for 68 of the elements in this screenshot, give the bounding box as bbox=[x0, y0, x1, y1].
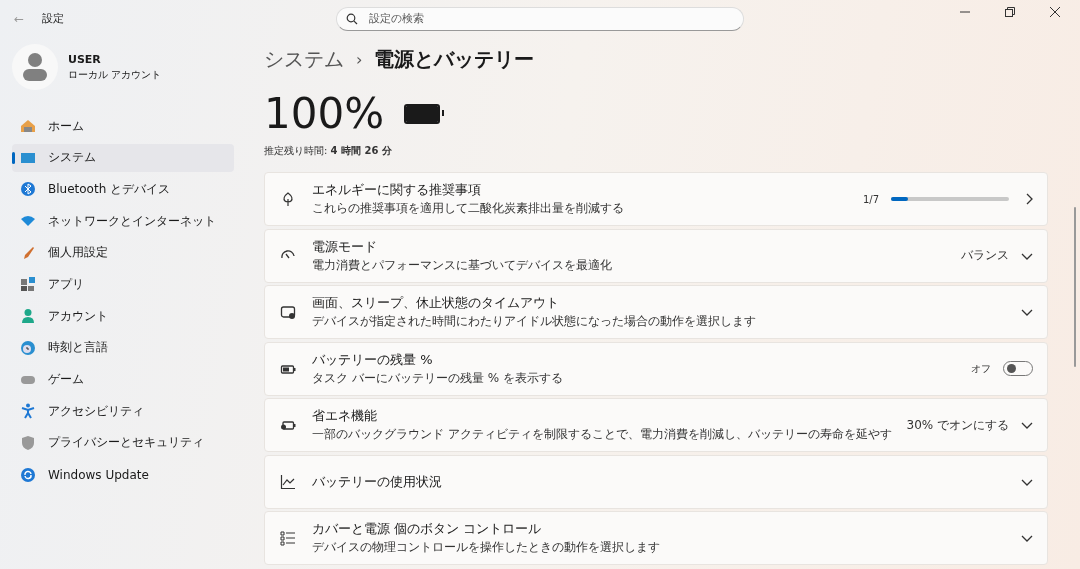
card-description: これらの推奨事項を適用して二酸化炭素排出量を削減する bbox=[312, 200, 625, 217]
screen-icon bbox=[280, 304, 296, 320]
user-name: USER bbox=[68, 52, 102, 66]
sidebar-item[interactable]: Bluetooth とデバイス bbox=[12, 175, 234, 204]
settings-card[interactable]: 画面、スリープ、休止状態のタイムアウト デバイスが指定された時間にわたりアイドル状態になった場合の動作を選択します bbox=[264, 285, 1048, 339]
nav-icon bbox=[20, 308, 36, 325]
breadcrumb-separator: › bbox=[356, 50, 363, 69]
sidebar-item[interactable]: ホーム bbox=[12, 112, 234, 140]
nav-icon bbox=[20, 118, 36, 134]
card-description: デバイスの物理コントロールを操作したときの動作を選択します bbox=[312, 539, 661, 556]
battery-icon bbox=[404, 104, 441, 124]
settings-card[interactable]: バッテリーの使用状況 bbox=[264, 454, 1048, 509]
card-title: 電源モード bbox=[312, 237, 378, 256]
settings-card[interactable]: カバーと電源 個のボタン コントロール デバイスの物理コントロールを操作したときの動作を選択します bbox=[264, 511, 1048, 565]
nav-icon bbox=[20, 466, 36, 483]
nav-icon bbox=[20, 181, 36, 198]
card-description: 一部のバックグラウンド アクティビティを制限することで、電力消費を削減し、バッテリーの寿命を延やす bbox=[312, 426, 893, 443]
sidebar-item[interactable]: プライバシーとセキュリティ bbox=[12, 428, 234, 457]
sidebar-item[interactable]: 個人用設定 bbox=[12, 238, 234, 267]
breadcrumb-parent[interactable]: システム bbox=[264, 46, 344, 73]
sidebar-item[interactable]: ネットワークとインターネット bbox=[12, 207, 234, 236]
nav-icon bbox=[20, 434, 36, 451]
card-title: カバーと電源 個のボタン コントロール bbox=[312, 520, 543, 538]
sidebar-item[interactable]: システム bbox=[12, 143, 234, 172]
list-icon bbox=[280, 530, 296, 546]
chevron-down-icon[interactable] bbox=[1021, 421, 1033, 429]
sidebar-item[interactable]: アカウント bbox=[12, 302, 234, 331]
card-description: タスク バーにバッテリーの残量 % を表示する bbox=[312, 369, 564, 387]
nav-icon bbox=[20, 339, 36, 356]
restore-icon[interactable] bbox=[1005, 6, 1015, 17]
chevron-down-icon[interactable] bbox=[1021, 534, 1033, 542]
chevron-right-icon bbox=[1025, 193, 1033, 205]
card-title: 画面、スリープ、休止状態のタイムアウト bbox=[312, 294, 560, 312]
account-type: ローカル アカウント bbox=[68, 67, 162, 82]
remaining-time: 推定残り時間: 4 時間 26 分 bbox=[264, 144, 393, 158]
card-title: バッテリーの残量 % bbox=[312, 350, 434, 369]
nav-icon bbox=[20, 403, 36, 420]
search-icon bbox=[346, 12, 358, 25]
card-title: エネルギーに関する推奨事項 bbox=[312, 181, 482, 199]
progress-count: 1/7 bbox=[862, 193, 879, 205]
settings-card[interactable]: 省エネ機能 一部のバックグラウンド アクティビティを制限することで、電力消費を削減し、バッテリーの寿命を延やす 30% でオンにする bbox=[264, 398, 1048, 452]
sidebar-item[interactable]: Windows Update bbox=[12, 460, 234, 489]
card-title: バッテリーの使用状況 bbox=[312, 472, 443, 491]
settings-card[interactable]: バッテリーの残量 % タスク バーにバッテリーの残量 % を表示する オフ bbox=[264, 341, 1048, 396]
close-icon[interactable] bbox=[1050, 6, 1060, 17]
toggle-label: オフ bbox=[971, 361, 991, 376]
leaf-icon bbox=[280, 191, 296, 207]
chevron-down-icon[interactable] bbox=[1021, 251, 1033, 260]
chevron-down-icon[interactable] bbox=[1021, 308, 1033, 316]
dropdown-value: バランス bbox=[961, 247, 1009, 264]
chart-icon bbox=[280, 473, 296, 490]
battery-percentage: 100% bbox=[264, 90, 385, 138]
settings-card[interactable]: エネルギーに関する推奨事項 これらの推奨事項を適用して二酸化炭素排出量を削減する 1/7 bbox=[264, 172, 1048, 226]
window-title: 設定 bbox=[42, 11, 65, 26]
card-title: 省エネ機能 bbox=[312, 407, 378, 425]
sidebar-item[interactable]: ゲーム bbox=[12, 365, 234, 394]
sidebar-item[interactable]: アプリ bbox=[12, 270, 234, 299]
nav-icon bbox=[20, 276, 36, 293]
sidebar-item[interactable]: アクセシビリティ bbox=[12, 397, 234, 426]
dropdown-value: 30% でオンにする bbox=[906, 416, 1009, 434]
settings-card[interactable]: 電源モード 電力消費とパフォーマンスに基づいてデバイスを最適化 バランス bbox=[264, 228, 1048, 283]
card-description: 電力消費とパフォーマンスに基づいてデバイスを最適化 bbox=[312, 256, 613, 274]
sidebar-item[interactable]: 時刻と言語 bbox=[12, 333, 234, 362]
avatar-icon bbox=[12, 44, 58, 90]
search-field[interactable]: 設定の検索 bbox=[336, 6, 744, 31]
chevron-down-icon[interactable] bbox=[1021, 477, 1033, 486]
card-description: デバイスが指定された時間にわたりアイドル状態になった場合の動作を選択します bbox=[312, 313, 757, 330]
page-title: 電源とバッテリー bbox=[374, 46, 535, 73]
